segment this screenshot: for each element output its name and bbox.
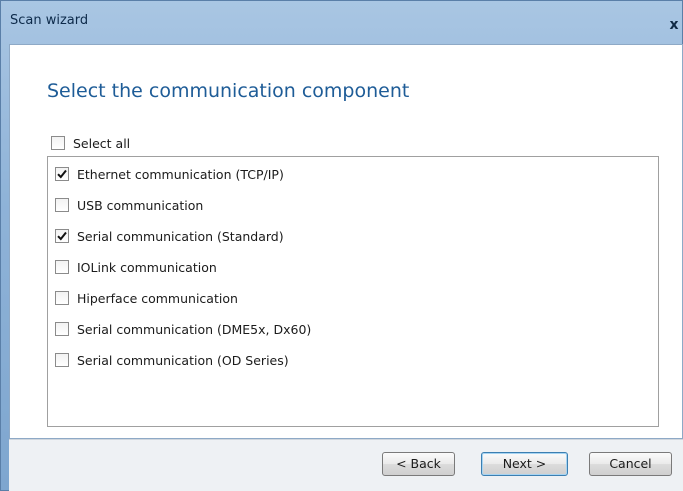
- component-checkbox[interactable]: [55, 167, 69, 181]
- list-item[interactable]: IOLink communication: [55, 257, 217, 277]
- back-button[interactable]: < Back: [382, 452, 455, 476]
- scan-wizard-window: Scan wizard x Select the communication c…: [0, 0, 683, 491]
- component-checkbox[interactable]: [55, 260, 69, 274]
- list-item[interactable]: USB communication: [55, 195, 203, 215]
- list-item[interactable]: Serial communication (DME5x, Dx60): [55, 319, 311, 339]
- next-button[interactable]: Next >: [481, 452, 568, 476]
- close-button[interactable]: x: [666, 15, 682, 35]
- component-label: Serial communication (OD Series): [77, 352, 289, 368]
- checkmark-icon: [57, 231, 67, 241]
- component-checkbox[interactable]: [55, 198, 69, 212]
- window-title: Scan wizard: [10, 13, 89, 28]
- component-checkbox[interactable]: [55, 291, 69, 305]
- component-list: Ethernet communication (TCP/IP) USB comm…: [47, 156, 659, 427]
- page-title: Select the communication component: [47, 80, 410, 102]
- component-label: Serial communication (DME5x, Dx60): [77, 321, 312, 337]
- component-label: Hiperface communication: [77, 290, 238, 306]
- list-item[interactable]: Hiperface communication: [55, 288, 238, 308]
- checkmark-icon: [57, 169, 67, 179]
- list-item[interactable]: Serial communication (OD Series): [55, 350, 289, 370]
- select-all-row[interactable]: Select all: [51, 134, 130, 152]
- title-bar[interactable]: Scan wizard x: [1, 1, 682, 43]
- list-item[interactable]: Serial communication (Standard): [55, 226, 284, 246]
- component-label: Serial communication (Standard): [77, 228, 284, 244]
- component-label: USB communication: [77, 197, 204, 213]
- select-all-label: Select all: [73, 135, 131, 151]
- list-item[interactable]: Ethernet communication (TCP/IP): [55, 164, 284, 184]
- button-bar: < Back Next > Cancel: [9, 439, 683, 491]
- select-all-checkbox[interactable]: [51, 136, 65, 150]
- component-label: IOLink communication: [77, 259, 217, 275]
- component-checkbox[interactable]: [55, 322, 69, 336]
- wizard-content: Select the communication component Selec…: [9, 44, 683, 439]
- cancel-button[interactable]: Cancel: [589, 452, 672, 476]
- component-checkbox[interactable]: [55, 353, 69, 367]
- component-label: Ethernet communication (TCP/IP): [77, 166, 284, 182]
- component-checkbox[interactable]: [55, 229, 69, 243]
